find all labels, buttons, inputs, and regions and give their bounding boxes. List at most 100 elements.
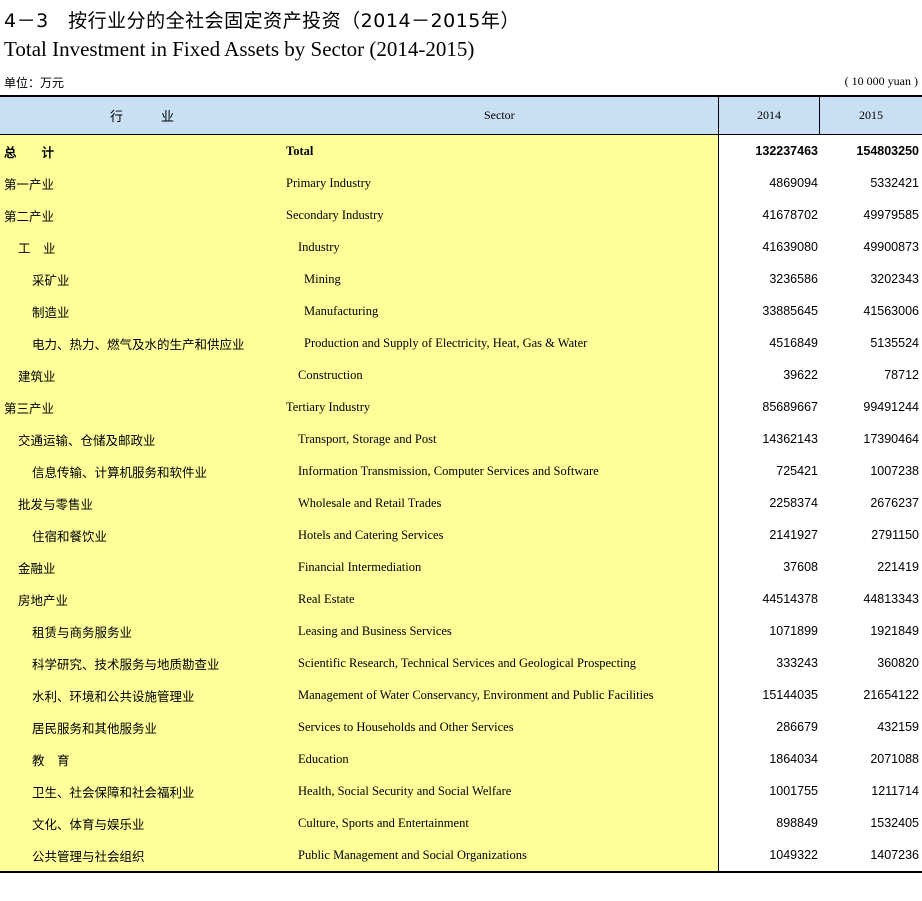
- value-2015: 432159: [877, 720, 919, 734]
- sector-name-cn: 交通运输、仓储及邮政业: [18, 432, 156, 448]
- value-row: 15144035 21654122: [719, 679, 922, 711]
- value-row: 44514378 44813343: [719, 583, 922, 615]
- header-sector-cn: 行业: [110, 110, 213, 125]
- value-row: 132237463 154803250: [719, 135, 922, 167]
- sector-name-en: Management of Water Conservancy, Environ…: [298, 687, 654, 702]
- value-row: 39622 78712: [719, 359, 922, 391]
- value-2015: 1407236: [870, 848, 919, 862]
- value-2015: 1211714: [871, 784, 919, 798]
- value-2014: 1001755: [769, 784, 818, 798]
- table-row: 信息传输、计算机服务和软件业 Information Transmission, …: [0, 455, 718, 487]
- sector-name-cn: 金融业: [18, 560, 56, 576]
- sector-name-en: Primary Industry: [286, 175, 372, 190]
- value-row: 898849 1532405: [719, 807, 922, 839]
- value-2014: 2258374: [769, 496, 818, 510]
- header-year-2015: 2015: [820, 97, 922, 134]
- value-2014: 286679: [776, 720, 818, 734]
- table-row: 第一产业 Primary Industry: [0, 167, 718, 199]
- value-2015: 3202343: [870, 272, 919, 286]
- value-row: 41678702 49979585: [719, 199, 922, 231]
- value-row: 1864034 2071088: [719, 743, 922, 775]
- sector-name-cn: 水利、环境和公共设施管理业: [32, 688, 195, 704]
- sector-name-cn: 制造业: [32, 304, 70, 320]
- value-2014: 41639080: [762, 240, 818, 254]
- value-2015: 49979585: [863, 208, 919, 222]
- value-2015: 5135524: [870, 336, 919, 350]
- value-2015: 154803250: [856, 144, 919, 158]
- page-title-en: Total Investment in Fixed Assets by Sect…: [4, 37, 475, 61]
- sector-name-en: Tertiary Industry: [286, 399, 371, 414]
- sector-name-en: Education: [298, 751, 349, 766]
- sector-name-cn: 建筑业: [18, 368, 56, 384]
- value-row: 2141927 2791150: [719, 519, 922, 551]
- value-2015: 41563006: [863, 304, 919, 318]
- value-2014: 2141927: [769, 528, 818, 542]
- table-row: 采矿业 Mining: [0, 263, 718, 295]
- unit-label-en: ( 10 000 yuan ): [844, 74, 918, 88]
- value-2014: 3236586: [769, 272, 818, 286]
- sector-name-en: Secondary Industry: [286, 207, 384, 222]
- value-2014: 39622: [783, 368, 818, 382]
- header-year-2014: 2014: [719, 97, 820, 134]
- sector-name-en: Services to Households and Other Service…: [298, 719, 514, 734]
- table-body: 总 计 Total 第一产业 Primary Industry 第二产业 Secondar…: [0, 135, 922, 871]
- table-row: 文化、体育与娱乐业 Culture, Sports and Entertainme…: [0, 807, 718, 839]
- table-row: 教 育 Education: [0, 743, 718, 775]
- sector-name-cn: 科学研究、技术服务与地质勘查业: [32, 656, 220, 672]
- table-row: 水利、环境和公共设施管理业 Management of Water Conserv…: [0, 679, 718, 711]
- value-row: 286679 432159: [719, 711, 922, 743]
- sector-name-cn: 工 业: [18, 240, 56, 256]
- sector-name-en: Public Management and Social Organizatio…: [298, 847, 527, 862]
- value-2015: 5332421: [870, 176, 919, 190]
- table-row: 工 业 Industry: [0, 231, 718, 263]
- sector-name-cn: 租赁与商务服务业: [32, 624, 133, 640]
- sector-name-cn: 电力、热力、燃气及水的生产和供应业: [32, 336, 245, 352]
- sector-name-en: Transport, Storage and Post: [298, 431, 437, 446]
- sector-name-en: Information Transmission, Computer Servi…: [298, 463, 599, 478]
- value-row: 33885645 41563006: [719, 295, 922, 327]
- value-row: 1001755 1211714: [719, 775, 922, 807]
- sector-column: 总 计 Total 第一产业 Primary Industry 第二产业 Secondar…: [0, 135, 719, 871]
- sector-name-cn: 第一产业: [4, 176, 55, 192]
- value-2014: 1071899: [769, 624, 818, 638]
- header-sector-en: Sector: [484, 108, 515, 122]
- value-row: 2258374 2676237: [719, 487, 922, 519]
- sector-name-en: Scientific Research, Technical Services …: [298, 655, 637, 670]
- sector-name-en: Leasing and Business Services: [298, 623, 452, 638]
- value-2014: 1049322: [769, 848, 818, 862]
- table-row: 批发与零售业 Wholesale and Retail Trades: [0, 487, 718, 519]
- value-2015: 49900873: [863, 240, 919, 254]
- table-row: 房地产业 Real Estate: [0, 583, 718, 615]
- value-2014: 4516849: [769, 336, 818, 350]
- value-2014: 4869094: [769, 176, 818, 190]
- value-2014: 14362143: [762, 432, 818, 446]
- table-row: 第三产业 Tertiary Industry: [0, 391, 718, 423]
- value-2015: 21654122: [863, 688, 919, 702]
- value-2014: 15144035: [762, 688, 818, 702]
- value-2015: 1921849: [870, 624, 919, 638]
- value-2015: 99491244: [863, 400, 919, 414]
- sector-name-en: Production and Supply of Electricity, He…: [304, 335, 588, 350]
- sector-name-cn: 批发与零售业: [18, 496, 94, 512]
- table-row: 住宿和餐饮业 Hotels and Catering Services: [0, 519, 718, 551]
- sector-name-en: Total: [286, 143, 314, 158]
- value-row: 1071899 1921849: [719, 615, 922, 647]
- value-2015: 1532405: [870, 816, 919, 830]
- sector-name-cn: 第三产业: [4, 400, 55, 416]
- sector-name-cn: 卫生、社会保障和社会福利业: [32, 784, 195, 800]
- value-row: 14362143 17390464: [719, 423, 922, 455]
- table-row: 金融业 Financial Intermediation: [0, 551, 718, 583]
- value-2014: 1864034: [769, 752, 818, 766]
- value-2015: 221419: [877, 560, 919, 574]
- value-2014: 41678702: [762, 208, 818, 222]
- values-column: 132237463 154803250 4869094 5332421 41678702…: [719, 135, 922, 871]
- value-2015: 1007238: [870, 464, 919, 478]
- table-row: 公共管理与社会组织 Public Management and Social Or…: [0, 839, 718, 871]
- sector-name-en: Wholesale and Retail Trades: [298, 495, 442, 510]
- value-2015: 2676237: [870, 496, 919, 510]
- value-row: 4516849 5135524: [719, 327, 922, 359]
- value-2015: 44813343: [863, 592, 919, 606]
- sector-name-en: Manufacturing: [304, 303, 379, 318]
- value-2015: 2071088: [870, 752, 919, 766]
- sector-name-en: Industry: [298, 239, 340, 254]
